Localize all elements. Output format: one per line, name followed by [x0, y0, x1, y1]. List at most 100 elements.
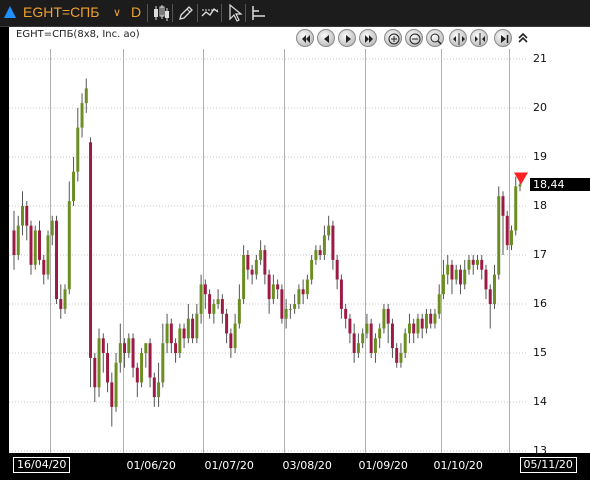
y-tick-label: 14 — [533, 395, 547, 408]
candle-up — [144, 343, 148, 353]
candle-down — [42, 259, 46, 275]
y-tick-label: 20 — [533, 101, 547, 114]
compress-icon[interactable] — [470, 29, 488, 47]
candle-down — [339, 279, 343, 309]
candle-down — [169, 323, 173, 344]
candle-down — [208, 294, 212, 314]
candle-down — [152, 377, 156, 398]
end-icon[interactable] — [494, 29, 512, 47]
candle-down — [420, 318, 424, 329]
candle-up — [254, 259, 258, 275]
y-tick-label: 13 — [533, 444, 547, 457]
prev-icon[interactable] — [317, 29, 335, 47]
candle-down — [110, 382, 114, 407]
candle-down — [135, 367, 139, 383]
candle-down — [123, 343, 127, 353]
candle-up — [178, 328, 182, 353]
last-icon[interactable] — [359, 29, 377, 47]
x-tick-label: 16/04/20 — [13, 457, 71, 473]
x-tick-label: 05/11/20 — [519, 457, 577, 473]
zoom-in-icon[interactable] — [384, 29, 402, 47]
candle-down — [335, 259, 339, 280]
candle-up — [492, 274, 496, 304]
candle-up — [446, 264, 450, 275]
candle-down — [220, 299, 224, 314]
candle-up — [114, 362, 118, 407]
candle-down — [318, 250, 322, 255]
candle-down — [390, 323, 394, 349]
candle-up — [433, 313, 437, 324]
candle-up — [76, 127, 80, 172]
candle-up — [242, 255, 246, 300]
candle-down — [484, 269, 488, 290]
x-tick-label: 03/08/20 — [282, 459, 332, 472]
last-price-label: 18,44 — [530, 178, 590, 191]
y-tick-label: 17 — [533, 248, 547, 261]
candle-down — [471, 259, 475, 265]
candle-up — [165, 323, 169, 344]
y-tick-label: 18 — [533, 199, 547, 212]
candle-down — [386, 308, 390, 324]
candle-down — [280, 289, 284, 319]
zoom-fit-icon[interactable] — [426, 29, 444, 47]
candle-down — [59, 299, 63, 309]
candle-up — [305, 279, 309, 295]
collapse-up-icon[interactable] — [516, 29, 530, 47]
candle-up — [186, 318, 190, 339]
candle-up — [118, 343, 122, 363]
candle-up — [284, 308, 288, 319]
candle-down — [505, 215, 509, 246]
candle-up — [16, 225, 20, 255]
candle-up — [80, 103, 84, 128]
candle-down — [344, 308, 348, 319]
y-tick-label: 15 — [533, 346, 547, 359]
candle-up — [373, 338, 377, 353]
candle-down — [203, 284, 207, 295]
candle-up — [365, 323, 369, 334]
candle-up — [259, 250, 263, 260]
candle-down — [246, 255, 250, 270]
candle-up — [467, 259, 471, 270]
candle-up — [271, 284, 275, 300]
candle-up — [424, 313, 428, 329]
candle-down — [38, 230, 42, 260]
candle-up — [514, 186, 518, 231]
candle-up — [216, 299, 220, 304]
candle-down — [106, 353, 110, 383]
x-tick-label: 01/06/20 — [126, 459, 176, 472]
candle-down — [229, 333, 233, 349]
candle-up — [33, 230, 37, 265]
zoom-out-icon[interactable] — [405, 29, 423, 47]
play-icon[interactable] — [338, 29, 356, 47]
first-icon[interactable] — [296, 29, 314, 47]
candle-up — [140, 353, 144, 383]
candle-up — [63, 289, 67, 309]
candle-down — [267, 274, 271, 300]
candle-down — [131, 338, 135, 368]
candle-down — [55, 220, 59, 300]
candle-up — [510, 230, 513, 246]
candle-down — [352, 333, 356, 353]
candle-up — [72, 171, 76, 202]
candle-up — [322, 235, 326, 255]
candle-down — [182, 328, 186, 339]
x-tick-label: 01/07/20 — [204, 459, 254, 472]
candle-down — [101, 338, 105, 353]
candle-down — [225, 313, 229, 334]
x-tick-label: 01/10/20 — [433, 459, 483, 472]
candle-up — [50, 220, 54, 236]
candle-up — [378, 328, 382, 339]
candle-up — [161, 343, 165, 383]
candle-up — [454, 269, 458, 280]
candle-up — [497, 196, 501, 275]
chart-title: EGHT=СПБ(8x8, Inc. ao) — [16, 29, 140, 40]
candle-down — [480, 259, 484, 270]
expand-icon[interactable] — [449, 29, 467, 47]
candle-up — [310, 259, 314, 280]
y-tick-label: 19 — [533, 150, 547, 163]
candle-down — [25, 206, 29, 226]
candle-up — [84, 88, 88, 104]
candle-up — [46, 235, 50, 275]
candle-up — [157, 382, 161, 398]
candle-down — [174, 343, 178, 353]
